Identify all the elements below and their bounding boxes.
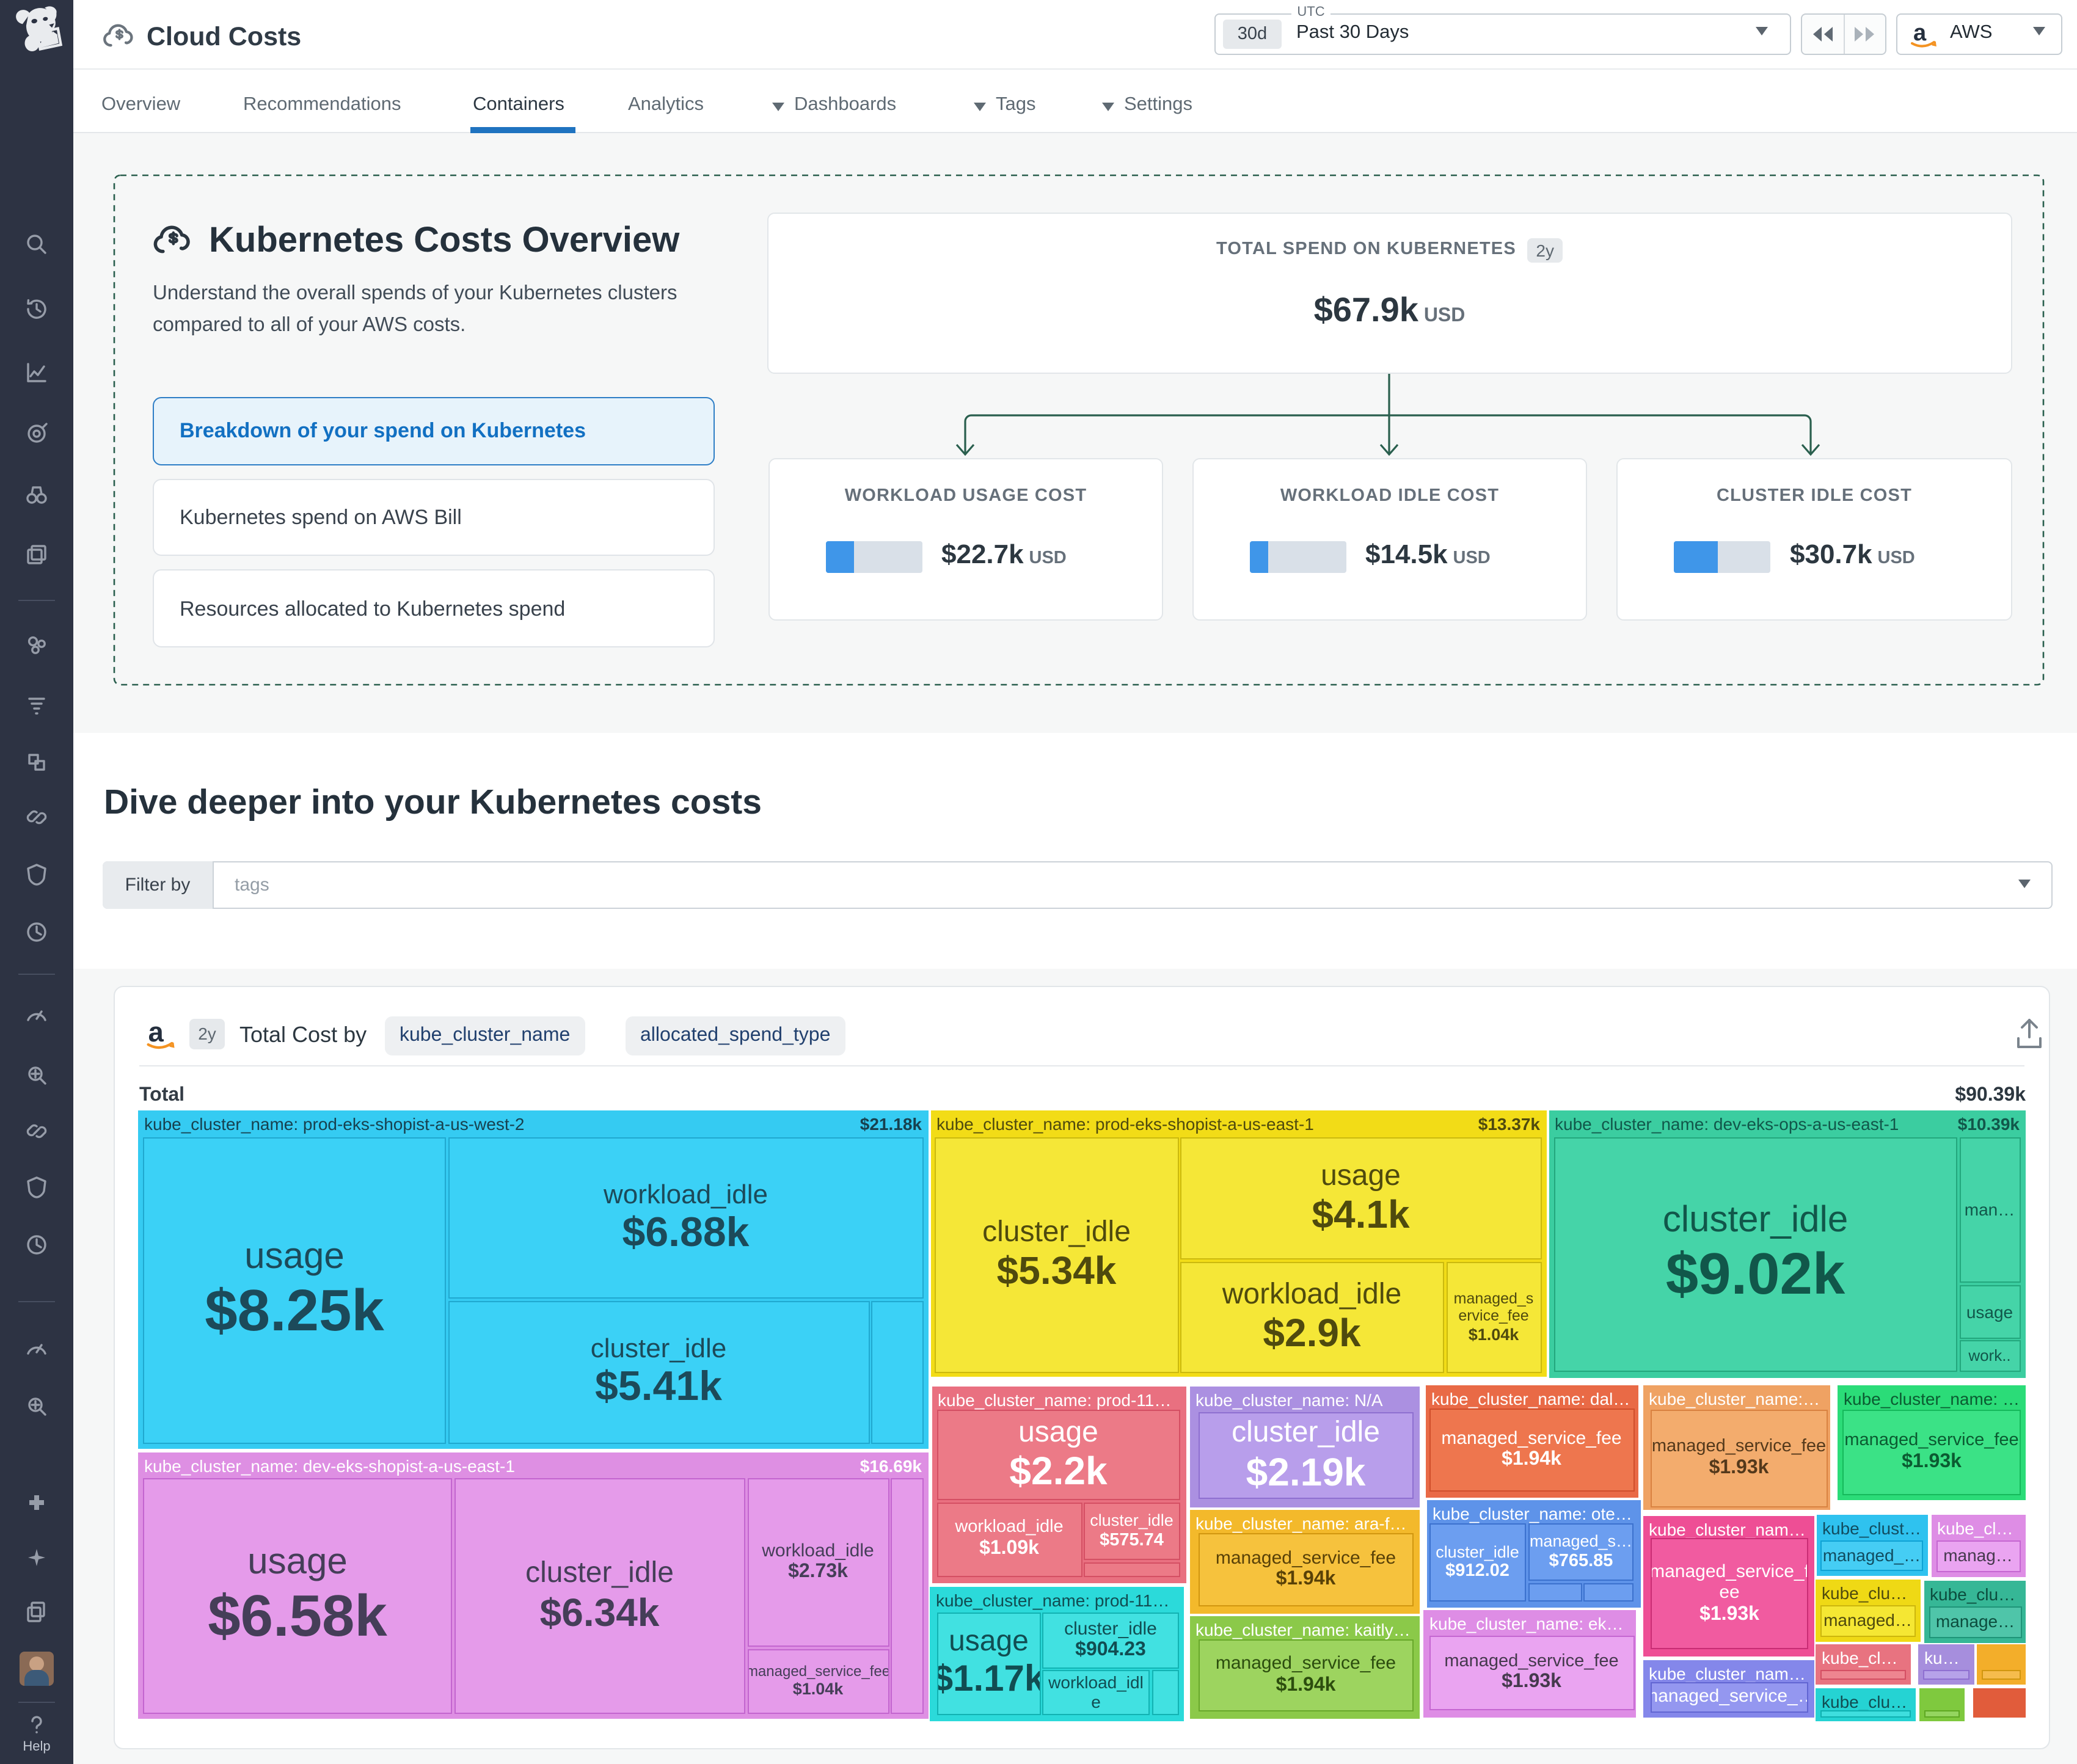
svg-text:a: a xyxy=(148,1018,164,1048)
